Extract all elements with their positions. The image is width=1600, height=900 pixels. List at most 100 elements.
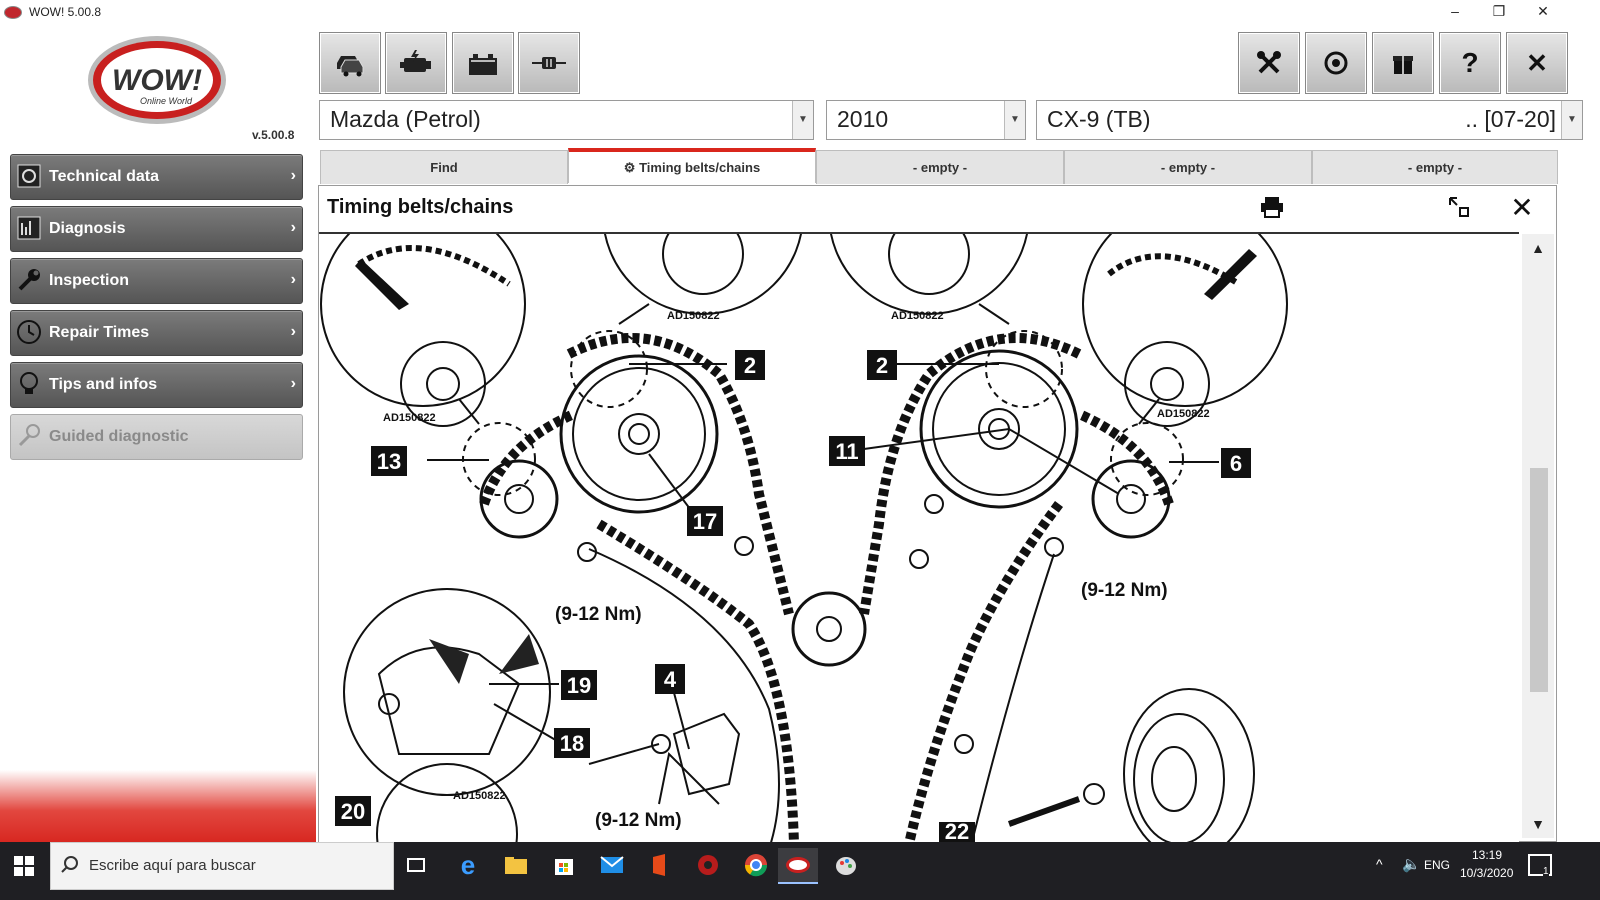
torque-note: (9-12 Nm) [595,810,682,831]
chevron-down-icon[interactable]: ▼ [792,101,813,139]
callout-label: 17 [687,506,723,536]
tab-empty-3[interactable]: - empty - [1312,150,1558,184]
scroll-down-icon[interactable]: ▼ [1522,810,1554,838]
panel-close-button[interactable]: ✕ [1507,192,1537,223]
tab-timing-belts[interactable]: ⚙ Timing belts/chains [568,148,816,183]
sidebar: Technical data › Diagnosis › Inspection › R… [10,154,303,466]
logo-subtext: Online World [140,96,193,106]
tray-chevron-up-icon[interactable]: ^ [1376,856,1383,872]
wrench-icon [18,269,40,291]
taskbar: Escribe aquí para buscar e ^ 🔈 ENG 13:19… [0,842,1600,900]
file-explorer-icon[interactable] [498,848,534,882]
scroll-thumb[interactable] [1530,468,1548,692]
logo-text: WOW! [112,64,202,97]
engine-icon [400,50,431,72]
restore-button[interactable]: ❐ [1476,0,1522,24]
printer-icon [1261,197,1283,218]
gift-icon [1393,56,1413,74]
scroll-up-icon[interactable]: ▲ [1522,234,1554,262]
task-view-icon[interactable] [398,848,434,882]
gift-button[interactable] [1372,32,1434,94]
search-icon [61,856,78,873]
sidebar-item-tips[interactable]: Tips and infos › [10,362,303,408]
clock-date[interactable]: 10/3/2020 [1460,866,1513,880]
callout-label: 13 [371,446,407,476]
sidebar-item-technical-data[interactable]: Technical data › [10,154,303,200]
window-title: WOW! 5.00.8 [29,5,102,19]
paint-icon[interactable] [828,848,864,882]
help-icon: ? [1461,47,1479,78]
make-value: Mazda (Petrol) [330,106,481,132]
clock-time[interactable]: 13:19 [1472,848,1502,862]
chevron-right-icon: › [290,167,296,184]
version-label: v.5.00.8 [252,128,295,142]
callout-label: 18 [554,728,590,758]
year-select[interactable]: 2010 ▼ [826,100,1026,140]
year-value: 2010 [837,106,889,132]
mail-icon[interactable] [594,848,630,882]
callout-label: 2 [735,350,765,380]
app-icon-red[interactable] [690,848,726,882]
close-icon: ✕ [1526,47,1548,78]
wow-taskbar-icon[interactable] [778,848,818,884]
wow-app-icon [4,6,22,19]
chevron-right-icon: › [290,271,296,288]
timing-chain-icon: ⚙ [623,160,636,175]
chevron-right-icon: › [290,323,296,340]
sidebar-item-diagnosis[interactable]: Diagnosis › [10,206,303,252]
callout-label: 6 [1221,448,1251,478]
chevron-down-icon[interactable]: ▼ [1004,101,1025,139]
chrome-icon[interactable] [738,848,774,882]
diagram-scrollbar[interactable]: ▲ ▼ [1522,234,1554,838]
taskbar-search[interactable]: Escribe aquí para buscar [50,842,394,890]
ref-code: AD150822 [891,310,944,322]
callout-label: 22 [939,822,975,842]
callout-label: 4 [655,664,685,694]
connector-button[interactable] [518,32,580,94]
battery-button[interactable] [452,32,514,94]
store-icon[interactable] [546,848,582,882]
windows-start-icon[interactable] [14,856,34,876]
tab-find[interactable]: Find [320,150,568,184]
tab-empty-1[interactable]: - empty - [816,150,1064,184]
clock-icon [17,320,41,344]
title-bar: WOW! 5.00.8 – ❐ ✕ [0,0,1600,24]
window-close-button[interactable]: ✕ [1520,0,1566,24]
print-button[interactable] [1257,192,1287,222]
technical-data-icon [17,164,41,188]
expand-button[interactable] [1444,192,1474,222]
tab-empty-2[interactable]: - empty - [1064,150,1312,184]
ref-code: AD150822 [383,412,436,424]
sidebar-accent [0,770,316,844]
tools-button[interactable] [1238,32,1300,94]
language-indicator[interactable]: ENG [1424,858,1450,872]
office-icon[interactable] [642,848,678,882]
sidebar-item-repair-times[interactable]: Repair Times › [10,310,303,356]
panel-title: Timing belts/chains [327,196,514,218]
tools-icon [1257,51,1281,74]
make-select[interactable]: Mazda (Petrol) ▼ [319,100,814,140]
model-range: .. [07-20] [1465,106,1556,132]
minimize-button[interactable]: – [1432,0,1478,24]
timing-chain-drawing [320,234,1288,842]
battery-icon [469,54,497,75]
ref-code: AD150822 [667,310,720,322]
volume-icon[interactable]: 🔈 [1402,855,1421,873]
edge-icon[interactable]: e [450,848,486,882]
callout-label: 19 [561,670,597,700]
ref-code: AD150822 [453,790,506,802]
chevron-down-icon[interactable]: ▼ [1561,101,1582,139]
vehicle-select-button[interactable] [319,32,381,94]
chevron-right-icon: › [290,375,296,392]
callout-label: 2 [867,350,897,380]
help-button[interactable]: ? [1439,32,1501,94]
guided-diagnostic-icon [18,424,40,447]
sidebar-item-inspection[interactable]: Inspection › [10,258,303,304]
engine-button[interactable] [385,32,447,94]
model-value: CX-9 (TB) [1047,106,1151,132]
settings-button[interactable] [1305,32,1367,94]
exit-button[interactable]: ✕ [1506,32,1568,94]
lightbulb-icon [20,372,38,394]
model-select[interactable]: CX-9 (TB) .. [07-20] ▼ [1036,100,1583,140]
expand-icon [1449,197,1469,217]
